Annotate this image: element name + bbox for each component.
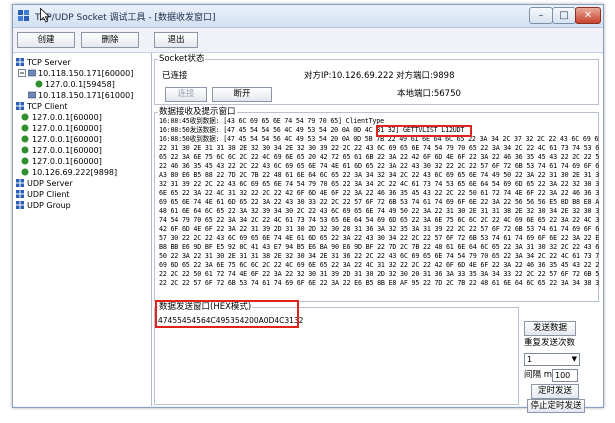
repeat-count-label: 重复发送次数 bbox=[524, 338, 576, 348]
create-button[interactable]: 创建 bbox=[17, 32, 75, 48]
tree-item-label: 127.0.0.1[59458] bbox=[45, 80, 115, 89]
close-button[interactable]: ✕ bbox=[575, 7, 601, 24]
interval-value: 100 bbox=[555, 371, 571, 380]
tree-item-label: 127.0.0.1[60000] bbox=[32, 146, 102, 155]
highlight-annotation bbox=[155, 300, 299, 328]
tree-item-label: 127.0.0.1[60000] bbox=[32, 124, 102, 133]
receive-log[interactable]: 16:08:45收到数据: [43 6C 69 65 6E 74 54 79 7… bbox=[155, 117, 601, 297]
window-title: TCP/UDP Socket 调试工具 - [数据收发窗口] bbox=[35, 13, 216, 23]
timed-send-button[interactable]: 定时发送 bbox=[531, 384, 579, 399]
remote-port-label: 对方端口:9898 bbox=[396, 71, 455, 81]
network-node-icon bbox=[28, 91, 36, 99]
exit-label: 退出 bbox=[167, 35, 185, 45]
network-node-icon bbox=[28, 69, 36, 77]
group-icon bbox=[16, 201, 24, 209]
repeat-count-value: 1 bbox=[527, 355, 533, 364]
stop-timed-send-button[interactable]: 停止定时发送 bbox=[527, 399, 585, 413]
send-data-label: 发送数据 bbox=[532, 323, 567, 333]
connection-icon bbox=[35, 80, 43, 88]
tree-item-label: 10.118.150.171[61000] bbox=[38, 91, 134, 100]
delete-label: 删除 bbox=[101, 35, 119, 45]
socket-status-title: Socket状态 bbox=[158, 54, 206, 64]
log-line: 32 31 39 22 2C 22 43 6C 69 65 6E 74 54 7… bbox=[159, 180, 599, 188]
local-port-label: 本地端口:56750 bbox=[397, 89, 461, 99]
tree-item-label: 10.126.69.222[9898] bbox=[32, 168, 118, 177]
timed-send-label: 定时发送 bbox=[537, 386, 572, 396]
log-line: 65 22 3A 6E 75 6C 6C 2C 22 4C 69 6E 65 2… bbox=[159, 153, 599, 161]
chevron-down-icon: ▼ bbox=[571, 355, 577, 363]
log-line: 22 46 36 35 45 43 22 2C 22 43 6C 69 65 6… bbox=[159, 162, 599, 170]
connection-icon bbox=[21, 113, 29, 121]
connection-icon bbox=[21, 124, 29, 132]
client-icon bbox=[16, 102, 24, 110]
tree-item-label: UDP Server bbox=[27, 179, 73, 188]
connection-icon bbox=[21, 146, 29, 154]
log-line: 74 54 79 70 65 22 3A 34 2C 22 4C 61 73 7… bbox=[159, 216, 599, 224]
disconnect-label: 断开 bbox=[233, 89, 251, 99]
tree-item-label: 10.118.150.171[60000] bbox=[38, 69, 134, 78]
close-icon: ✕ bbox=[583, 10, 593, 21]
create-label: 创建 bbox=[37, 35, 55, 45]
connect-label: 连接 bbox=[177, 89, 195, 99]
delete-button[interactable]: 删除 bbox=[81, 32, 139, 48]
connection-status-text: 已连接 bbox=[162, 71, 188, 81]
session-panel: Socket状态 已连接 对方IP:10.126.69.222 对方端口:989… bbox=[152, 53, 603, 413]
send-data-button[interactable]: 发送数据 bbox=[524, 321, 576, 336]
log-line: 42 6F 6D 4E 6F 22 3A 22 31 39 2D 31 30 2… bbox=[159, 225, 599, 233]
log-line: 48 61 6E 64 6C 65 22 3A 32 39 34 30 2C 2… bbox=[159, 207, 599, 215]
tree-item-label: UDP Group bbox=[27, 201, 71, 210]
highlight-annotation bbox=[376, 125, 472, 137]
maximize-button[interactable]: □ bbox=[552, 7, 576, 24]
tree-item-label: UDP Client bbox=[27, 190, 70, 199]
stop-timed-send-label: 停止定时发送 bbox=[530, 401, 582, 411]
disconnect-button[interactable]: 断开 bbox=[212, 87, 272, 102]
maximize-icon: □ bbox=[559, 10, 569, 21]
server-icon bbox=[16, 58, 24, 66]
exit-button[interactable]: 退出 bbox=[154, 32, 198, 48]
receive-title: 数据接收及提示窗口 bbox=[158, 107, 237, 117]
log-line: 22 31 30 2E 31 31 38 2E 32 30 34 2E 32 3… bbox=[159, 144, 599, 152]
log-line: 69 6D 65 22 3A 6E 75 6C 6C 2C 22 4C 69 6… bbox=[159, 261, 599, 269]
connect-button[interactable]: 连接 bbox=[165, 87, 207, 102]
app-icon bbox=[18, 10, 29, 21]
server-icon bbox=[16, 179, 24, 187]
repeat-count-select[interactable]: 1 ▼ bbox=[524, 353, 580, 366]
log-line: A3 80 E6 B5 88 22 7D 2C 7B 22 48 61 6E 6… bbox=[159, 171, 599, 179]
mouse-cursor-icon bbox=[40, 8, 51, 23]
log-line: B8 BB E6 9D BF E5 92 8C 41 43 E7 94 B5 E… bbox=[159, 243, 599, 251]
log-line: 69 65 6E 74 4E 61 6D 65 22 3A 22 43 30 3… bbox=[159, 198, 599, 206]
tree-item-label: TCP Server bbox=[27, 58, 71, 67]
log-line: 50 22 3A 22 31 30 2E 31 31 38 2E 32 30 3… bbox=[159, 252, 599, 260]
connection-icon bbox=[21, 157, 29, 165]
tree-item-label: 127.0.0.1[60000] bbox=[32, 135, 102, 144]
minimize-icon: – bbox=[538, 10, 544, 21]
log-line: 22 2C 22 50 61 72 74 4E 6F 22 3A 22 32 3… bbox=[159, 270, 599, 278]
connection-tree: TCP Server 10.118.150.171[60000] 127.0.0… bbox=[13, 53, 152, 406]
minimize-button[interactable]: – bbox=[529, 7, 553, 24]
tree-item-label: TCP Client bbox=[27, 102, 68, 111]
remote-ip-label: 对方IP:10.126.69.222 bbox=[304, 71, 394, 81]
log-line: 57 30 22 2C 22 43 6C 69 65 6E 74 4E 61 6… bbox=[159, 234, 599, 242]
tree-item-label: 127.0.0.1[60000] bbox=[32, 157, 102, 166]
log-line: 6E 65 22 3A 22 4C 31 32 22 2C 22 42 6F 6… bbox=[159, 189, 599, 197]
tree-item-label: 127.0.0.1[60000] bbox=[32, 113, 102, 122]
connection-icon bbox=[21, 135, 29, 143]
app-window: TCP/UDP Socket 调试工具 - [数据收发窗口] – □ ✕ 创建 … bbox=[12, 4, 604, 413]
collapse-icon[interactable] bbox=[18, 69, 26, 77]
toolbar: 创建 删除 退出 bbox=[13, 28, 603, 53]
title-bar[interactable]: TCP/UDP Socket 调试工具 - [数据收发窗口] – □ ✕ bbox=[13, 5, 603, 28]
log-line: 22 2C 22 57 6F 72 6B 53 74 61 74 69 6F 6… bbox=[159, 279, 599, 287]
interval-input[interactable]: 100 bbox=[552, 369, 578, 382]
client-icon bbox=[16, 190, 24, 198]
connection-icon bbox=[21, 168, 29, 176]
